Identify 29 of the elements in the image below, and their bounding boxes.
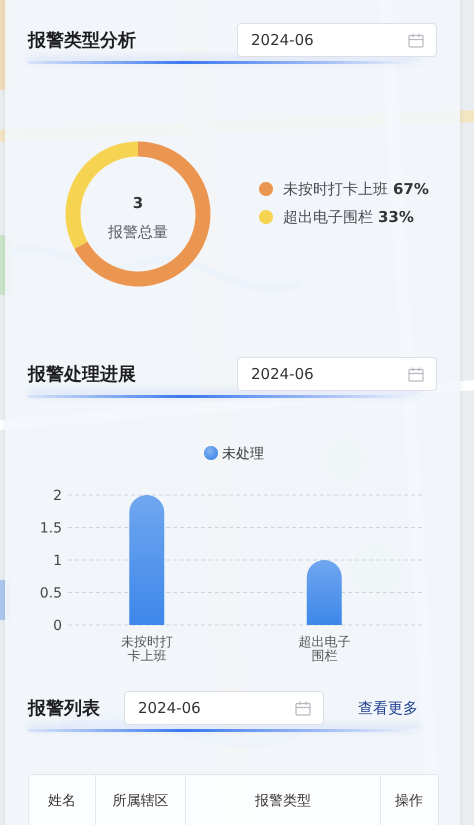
legend-label[interactable]: 未处理 xyxy=(222,446,264,462)
total-value: 3 xyxy=(132,194,144,212)
total-label: 报警总量 xyxy=(108,223,168,241)
legend-label: 未按时打卡上班 xyxy=(283,180,388,198)
axis-tick-label: 0 xyxy=(53,618,62,634)
calendar-icon xyxy=(408,32,424,48)
date-field[interactable]: 2024-06 xyxy=(237,23,437,57)
axis-tick-label: 1 xyxy=(53,553,62,569)
category-label: 超出电子围栏 xyxy=(298,635,350,664)
calendar-icon xyxy=(295,700,311,716)
axis-tick-label: 1.5 xyxy=(40,520,62,536)
date-field[interactable]: 2024-06 xyxy=(237,357,437,391)
column-header: 操作 xyxy=(394,792,424,811)
section-title: 报警处理进展 xyxy=(28,363,136,386)
axis-tick-label: 0.5 xyxy=(40,586,62,602)
bar xyxy=(306,560,342,625)
column-header: 报警类型 xyxy=(186,775,381,825)
category-label: 未按时打卡上班 xyxy=(120,635,173,664)
legend-percent: 33% xyxy=(378,208,414,226)
section-title: 报警列表 xyxy=(28,697,100,720)
axis-tick-label: 2 xyxy=(53,488,62,504)
column-header: 姓名 xyxy=(29,775,96,825)
legend-percent: 67% xyxy=(393,180,429,198)
section-title: 报警类型分析 xyxy=(28,29,136,52)
date-field[interactable]: 2024-06 xyxy=(124,691,324,725)
calendar-icon xyxy=(408,366,424,382)
view-more-link[interactable]: 查看更多 xyxy=(358,698,418,718)
column-header: 所属辖区 xyxy=(96,775,186,825)
legend-label: 超出电子围栏 xyxy=(283,208,373,226)
